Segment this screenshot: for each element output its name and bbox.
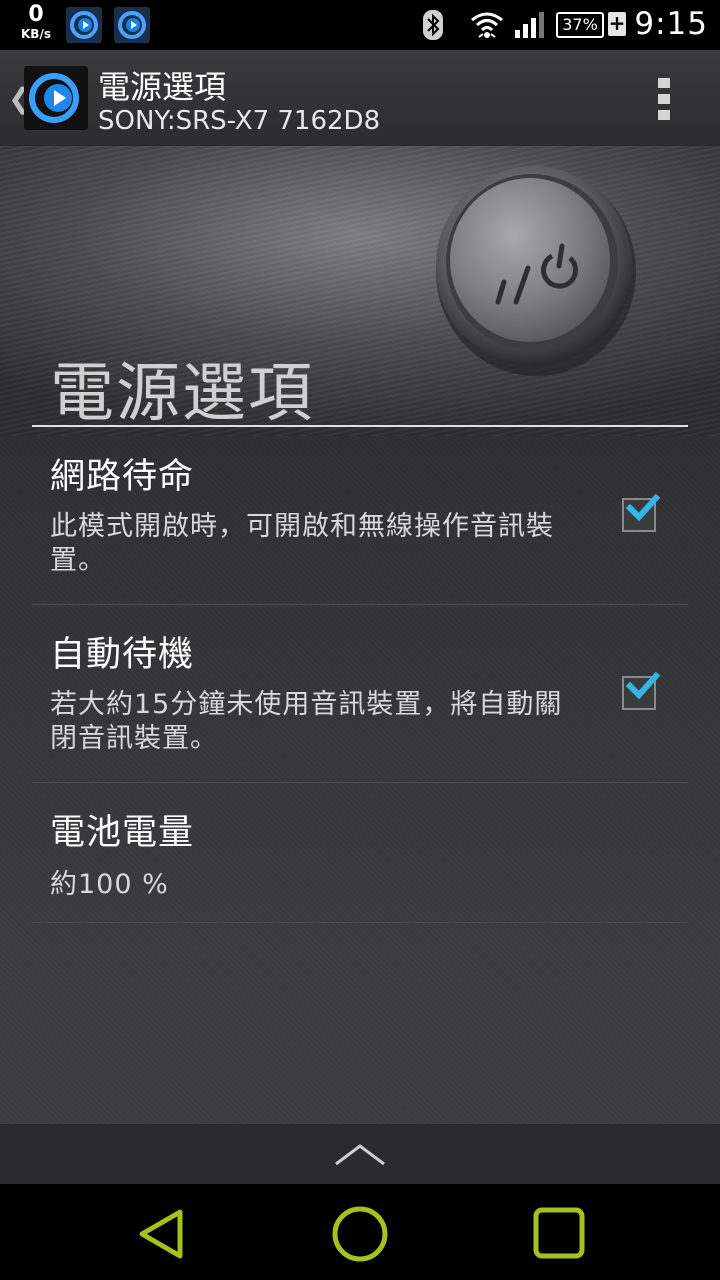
pref-auto-standby[interactable]: 自動待機 若大約15分鐘未使用音訊裝置，將自動關閉音訊裝置。 [32,604,688,783]
pref-summary: 約100 % [50,869,169,900]
action-bar-title: 電源選項 [98,68,227,106]
network-speed-value: 0 [28,2,44,27]
header-banner: 電源選項 [0,146,720,436]
network-standby-checkbox[interactable] [622,493,661,532]
pref-network-standby[interactable]: 網路待命 此模式開啟時，可開啟和無線操作音訊裝置。 [32,436,688,605]
action-bar-subtitle: SONY:SRS-X7 7162D8 [98,106,381,136]
home-icon[interactable] [330,1204,390,1264]
header-divider [32,425,688,427]
app-icon[interactable] [24,66,88,130]
app-notification-icon[interactable] [114,7,150,43]
signal-icon [515,12,544,38]
bluetooth-icon [423,10,443,40]
status-bar: 0 KB/s 37% + 9:15 [0,0,720,50]
back-icon[interactable] [132,1204,192,1264]
pref-summary: 若大約15分鐘未使用音訊裝置，將自動關閉音訊裝置。 [50,689,563,754]
collapse-bar[interactable] [0,1124,720,1184]
battery-percent: 37% [562,15,598,34]
app-notification-icon[interactable] [66,7,102,43]
clock: 9:15 [634,6,708,42]
pref-title: 自動待機 [50,635,195,675]
recents-icon[interactable] [530,1204,590,1264]
navigation-bar [0,1184,720,1280]
pref-title: 網路待命 [50,457,195,497]
network-speed: 0 KB/s [12,2,60,41]
action-bar: ❮ 電源選項 SONY:SRS-X7 7162D8 [0,50,720,146]
battery-charging-icon: + [608,11,626,36]
pref-battery-level: 電池電量 約100 % [32,782,688,923]
wifi-icon [471,12,503,38]
battery-icon: 37% [556,12,604,38]
power-button-image [436,166,636,376]
overflow-menu-icon[interactable] [652,74,676,124]
chevron-up-icon[interactable] [334,1142,386,1166]
network-speed-unit: KB/s [21,27,51,41]
auto-standby-checkbox[interactable] [622,671,661,710]
pref-title: 電池電量 [50,813,195,853]
checkmark-icon [625,671,661,700]
section-header: 電源選項 [50,357,314,431]
checkmark-icon [625,493,661,522]
screen: 0 KB/s 37% + 9:15 ❮ 電源選項 SONY:SRS-X7 716… [0,0,720,1280]
pref-summary: 此模式開啟時，可開啟和無線操作音訊裝置。 [50,511,554,576]
